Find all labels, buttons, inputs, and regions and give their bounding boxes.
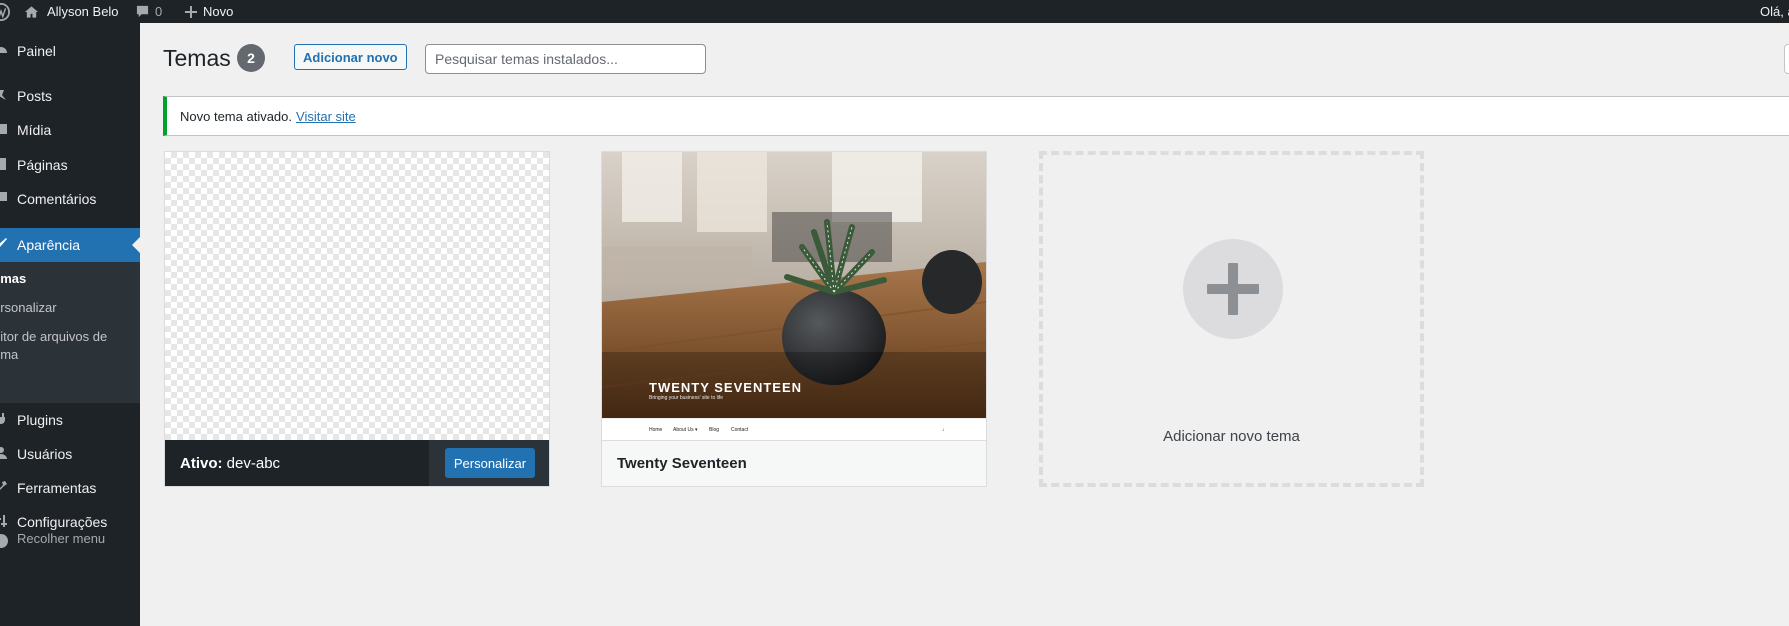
scroll-down-arrow-icon: ↓ (942, 427, 945, 433)
theme-name: dev-abc (226, 454, 281, 472)
collapse-menu-label: Recolher menu (17, 531, 106, 546)
sidebar-item-label: Painel (17, 43, 56, 59)
comment-bubble-icon (136, 5, 149, 18)
sidebar-item-plugins[interactable]: Plugins (0, 403, 140, 437)
active-theme-name: Ativo: dev-abc (180, 455, 280, 472)
plugin-icon (0, 412, 8, 428)
theme-screenshot-placeholder[interactable] (165, 152, 549, 440)
add-new-theme-button[interactable]: Adicionar novo (294, 44, 407, 70)
preview-site-tagline: Bringing your business' site to life (649, 395, 724, 401)
preview-site-title: TWENTY SEVENTEEN (649, 380, 803, 395)
collapse-menu-button[interactable]: Recolher menu (0, 525, 140, 555)
theme-name: Twenty Seventeen (617, 455, 747, 472)
preview-nav: Home About Us ▾ Blog Contact ↓ (602, 418, 986, 440)
visit-site-link[interactable]: Visitar site (296, 109, 356, 124)
sidebar-item-label: Posts (17, 88, 53, 104)
sidebar-item-tools[interactable]: Ferramentas (0, 471, 140, 505)
theme-preview-image: TWENTY SEVENTEEN Bringing your business'… (602, 152, 986, 418)
submenu-item-theme-editor[interactable]: ditor de arquivos de ema (0, 328, 123, 364)
collapse-arrow-icon (0, 534, 8, 548)
sidebar-item-users[interactable]: Usuários (0, 437, 140, 471)
sidebar-item-media[interactable]: Mídia (0, 113, 140, 147)
new-content-link[interactable]: Novo (185, 0, 233, 23)
add-new-theme-label: Adicionar novo tema (1163, 428, 1300, 445)
comments-link[interactable]: 0 (136, 0, 162, 23)
sidebar-item-pages[interactable]: Páginas (0, 148, 140, 182)
sidebar-item-posts[interactable]: Posts (0, 79, 140, 113)
wordpress-logo-icon[interactable] (0, 0, 10, 23)
page-title: Temas (163, 45, 231, 71)
sidebar-item-label: Ferramentas (17, 480, 97, 496)
active-theme-bar: Ativo: dev-abc Personalizar (165, 440, 549, 486)
media-icon (0, 122, 8, 138)
admin-sidebar: Painel Posts Mídia Páginas Comentários A… (0, 23, 140, 626)
site-name: Allyson Belo (47, 4, 119, 19)
sidebar-item-dashboard[interactable]: Painel (0, 34, 140, 68)
site-name-link[interactable]: Allyson Belo (24, 0, 119, 23)
sidebar-item-comments[interactable]: Comentários (0, 182, 140, 216)
customize-button[interactable]: Personalizar (445, 448, 535, 478)
dashboard-icon (0, 43, 8, 59)
brush-icon (0, 237, 8, 253)
theme-activated-notice: Novo tema ativado. Visitar site (163, 96, 1789, 136)
tools-icon (0, 480, 8, 496)
preview-nav-item: About Us ▾ (673, 427, 698, 433)
page-icon (0, 157, 8, 173)
users-icon (0, 446, 8, 462)
theme-card-active[interactable]: Ativo: dev-abc Personalizar (164, 151, 550, 487)
pin-icon (0, 88, 8, 104)
sidebar-item-label: Aparência (17, 237, 81, 253)
plus-icon (1183, 239, 1283, 339)
active-prefix: Ativo: (180, 454, 223, 472)
new-label: Novo (203, 4, 234, 19)
preview-nav-item: Blog (709, 427, 720, 433)
comment-icon (0, 191, 8, 207)
search-themes-input[interactable] (425, 44, 706, 74)
appearance-submenu: emas ersonalizar ditor de arquivos de em… (0, 262, 140, 403)
submenu-item-customize[interactable]: ersonalizar (0, 299, 123, 317)
sidebar-item-label: Páginas (17, 157, 68, 173)
theme-card-twenty-seventeen[interactable]: TWENTY SEVENTEEN Bringing your business'… (601, 151, 987, 487)
sidebar-item-label: Plugins (17, 412, 63, 428)
theme-screenshot[interactable]: TWENTY SEVENTEEN Bringing your business'… (602, 152, 986, 440)
theme-count-badge: 2 (237, 44, 265, 72)
sidebar-item-label: Usuários (17, 446, 73, 462)
sidebar-item-appearance[interactable]: Aparência (0, 228, 140, 262)
comments-count: 0 (155, 4, 163, 19)
my-account-link[interactable]: Olá, a (1760, 0, 1789, 23)
sidebar-item-label: Mídia (17, 122, 52, 138)
notice-text: Novo tema ativado. (180, 108, 293, 124)
preview-nav-item: Home (649, 427, 663, 433)
sidebar-item-label: Comentários (17, 191, 97, 207)
theme-name-bar: Twenty Seventeen (602, 440, 986, 486)
main-content: Temas 2 Adicionar novo Novo tema ativado… (140, 23, 1789, 626)
preview-nav-item: Contact (731, 427, 749, 433)
admin-bar: Allyson Belo 0 Novo Olá, a (0, 0, 1789, 23)
add-new-theme-card[interactable]: Adicionar novo tema (1039, 151, 1424, 487)
plus-icon (185, 5, 197, 18)
screen-options-tab[interactable] (1784, 44, 1789, 74)
home-icon (24, 5, 39, 19)
submenu-item-themes[interactable]: emas (0, 270, 123, 288)
